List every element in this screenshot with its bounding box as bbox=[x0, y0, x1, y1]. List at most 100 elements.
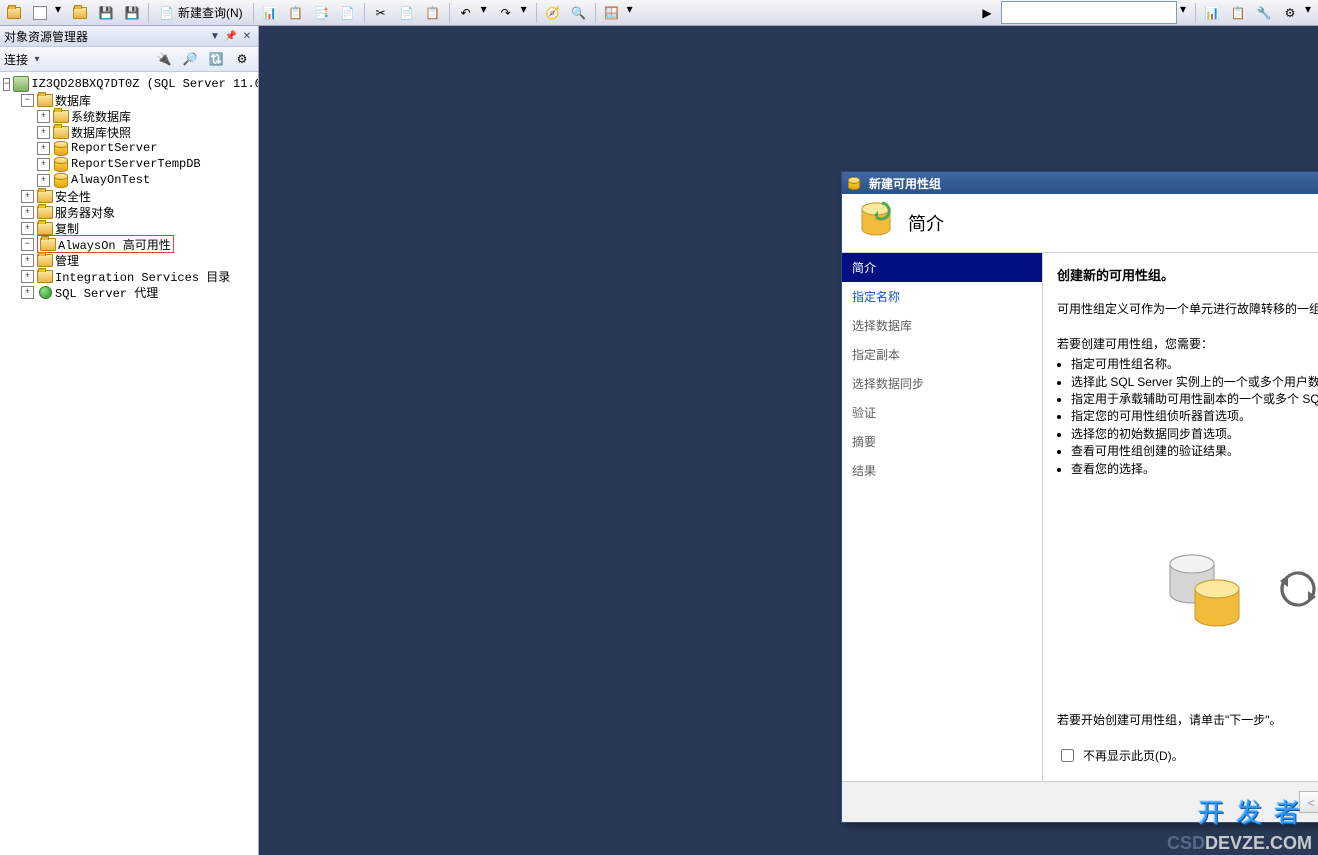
bullet-4: 指定您的可用性组侦听器首选项。 bbox=[1071, 408, 1318, 425]
content-area: 新建可用性组 _ □ ✕ 简介 bbox=[259, 26, 1318, 855]
tb-redo-icon[interactable]: ↷ bbox=[494, 1, 518, 25]
tree-security[interactable]: 安全性 bbox=[55, 188, 91, 205]
dont-show-input[interactable] bbox=[1061, 749, 1074, 762]
pt-icon-4[interactable]: ⚙ bbox=[230, 47, 254, 71]
step-result[interactable]: 结果 bbox=[842, 456, 1042, 485]
tb-icon-a[interactable]: 📊 bbox=[258, 1, 282, 25]
tb-copy-icon[interactable]: 📄 bbox=[395, 1, 419, 25]
tb-cut-icon[interactable]: ✂ bbox=[369, 1, 393, 25]
bullet-2: 选择此 SQL Server 实例上的一个或多个用户数据库。 bbox=[1071, 374, 1318, 391]
bullet-3: 指定用于承载辅助可用性副本的一个或多个 SQL Server 实例。 bbox=[1071, 391, 1318, 408]
folder-icon bbox=[37, 252, 53, 268]
folder-icon bbox=[37, 220, 53, 236]
tb-icon-b[interactable]: 📋 bbox=[284, 1, 308, 25]
tb-paste-icon[interactable]: 📋 bbox=[421, 1, 445, 25]
tree-server-obj[interactable]: 服务器对象 bbox=[55, 204, 115, 221]
new-query-icon: 📄 bbox=[159, 6, 174, 20]
tb-win-icon[interactable]: 🪟 bbox=[600, 1, 624, 25]
folder-icon bbox=[53, 108, 69, 124]
tb-r2-icon[interactable]: 📋 bbox=[1226, 1, 1250, 25]
step-select-db[interactable]: 选择数据库 bbox=[842, 311, 1042, 340]
panel-pin-icon[interactable]: 📌 bbox=[224, 29, 238, 43]
tree-db-snap[interactable]: 数据库快照 bbox=[71, 124, 131, 141]
bullet-1: 指定可用性组名称。 bbox=[1071, 356, 1318, 373]
toolbar-combo[interactable] bbox=[1001, 1, 1177, 24]
pt-icon-2[interactable]: 🔎 bbox=[178, 47, 202, 71]
dont-show-label: 不再显示此页(D)。 bbox=[1083, 747, 1184, 764]
tb-r3-icon[interactable]: 🔧 bbox=[1252, 1, 1276, 25]
object-explorer-panel: 对象资源管理器 ▼ 📌 ✕ 连接 ▾ 🔌 🔎 🔃 ⚙ −IZ3QD28BXQ7D… bbox=[0, 26, 259, 855]
tb-r4-icon[interactable]: ⚙ bbox=[1278, 1, 1302, 25]
connect-dd-icon[interactable]: ▾ bbox=[30, 52, 44, 66]
tb-icon-1[interactable] bbox=[2, 1, 26, 25]
step-validate[interactable]: 验证 bbox=[842, 398, 1042, 427]
db-cluster-icon bbox=[1162, 544, 1252, 634]
tree-agent[interactable]: SQL Server 代理 bbox=[55, 284, 158, 301]
tb-open-icon[interactable] bbox=[68, 1, 92, 25]
tb-nav-icon[interactable]: 🧭 bbox=[541, 1, 565, 25]
tb-undo-icon[interactable]: ↶ bbox=[454, 1, 478, 25]
prev-button: < 上一步(P) bbox=[1299, 791, 1318, 813]
folder-icon bbox=[37, 188, 53, 204]
tree-alwayontest[interactable]: AlwayOnTest bbox=[71, 173, 150, 187]
tree-reportservertemp[interactable]: ReportServerTempDB bbox=[71, 157, 201, 171]
tb-find-icon[interactable]: 🔍 bbox=[567, 1, 591, 25]
tb-r1-icon[interactable]: 📊 bbox=[1200, 1, 1224, 25]
watermark-csdn: CSDDEVZE.COM bbox=[1167, 833, 1312, 854]
tree-alwayson: AlwaysOn 高可用性 bbox=[58, 236, 171, 253]
tree-management[interactable]: 管理 bbox=[55, 252, 79, 269]
tree-server[interactable]: IZ3QD28BXQ7DT0Z (SQL Server 11.0.2 bbox=[31, 77, 258, 91]
new-query-label: 新建查询(N) bbox=[178, 4, 243, 21]
tb-undo-dd[interactable]: ▾ bbox=[480, 1, 492, 25]
tb-icon-2[interactable] bbox=[28, 1, 52, 25]
tb-dropdown-1[interactable]: ▾ bbox=[54, 1, 66, 25]
tree-reportserver[interactable]: ReportServer bbox=[71, 141, 157, 155]
folder-icon bbox=[37, 268, 53, 284]
tree-replication[interactable]: 复制 bbox=[55, 220, 79, 237]
panel-dropdown-icon[interactable]: ▼ bbox=[208, 29, 222, 43]
pane-desc: 可用性组定义可作为一个单元进行故障转移的一组用户数据库。 bbox=[1057, 300, 1318, 319]
bullet-5: 选择您的初始数据同步首选项。 bbox=[1071, 426, 1318, 443]
tb-redo-dd[interactable]: ▾ bbox=[520, 1, 532, 25]
tb-combo-dd[interactable]: ▾ bbox=[1179, 1, 1191, 25]
dont-show-checkbox[interactable]: 不再显示此页(D)。 bbox=[1057, 746, 1318, 765]
tb-icon-d[interactable]: 📄 bbox=[336, 1, 360, 25]
bullet-6: 查看可用性组创建的验证结果。 bbox=[1071, 443, 1318, 460]
tb-saveall-icon[interactable]: 💾 bbox=[120, 1, 144, 25]
tree-alwayson-highlight[interactable]: AlwaysOn 高可用性 bbox=[37, 235, 174, 253]
tb-icon-c[interactable]: 📑 bbox=[310, 1, 334, 25]
object-tree[interactable]: −IZ3QD28BXQ7DT0Z (SQL Server 11.0.2 −数据库… bbox=[0, 72, 258, 855]
step-intro[interactable]: 简介 bbox=[842, 253, 1042, 282]
tb-r-dd[interactable]: ▾ bbox=[1304, 1, 1316, 25]
folder-icon bbox=[37, 204, 53, 220]
database-icon bbox=[53, 140, 69, 156]
new-query-button[interactable]: 📄 新建查询(N) bbox=[153, 2, 249, 24]
dialog-titlebar[interactable]: 新建可用性组 _ □ ✕ bbox=[842, 172, 1318, 194]
dialog-button-bar: < 上一步(P) 下一步(N) > 取消 bbox=[842, 781, 1318, 822]
header-db-icon bbox=[858, 201, 894, 246]
database-icon bbox=[53, 172, 69, 188]
step-sync[interactable]: 选择数据同步 bbox=[842, 369, 1042, 398]
panel-toolbar: 连接 ▾ 🔌 🔎 🔃 ⚙ bbox=[0, 47, 258, 72]
dialog-title: 新建可用性组 bbox=[869, 175, 941, 192]
pt-icon-1[interactable]: 🔌 bbox=[152, 47, 176, 71]
step-replicas[interactable]: 指定副本 bbox=[842, 340, 1042, 369]
panel-title: 对象资源管理器 bbox=[4, 28, 88, 45]
step-name[interactable]: 指定名称 bbox=[842, 282, 1042, 311]
step-summary[interactable]: 摘要 bbox=[842, 427, 1042, 456]
tree-ssis[interactable]: Integration Services 目录 bbox=[55, 268, 230, 285]
new-ag-dialog: 新建可用性组 _ □ ✕ 简介 bbox=[841, 171, 1318, 823]
pane-lead: 若要创建可用性组，您需要： 指定可用性组名称。 选择此 SQL Server 实… bbox=[1057, 335, 1318, 478]
tb-save-icon[interactable]: 💾 bbox=[94, 1, 118, 25]
tb-exec-icon[interactable]: ▶ bbox=[975, 1, 999, 25]
panel-header: 对象资源管理器 ▼ 📌 ✕ bbox=[0, 26, 258, 47]
panel-close-icon[interactable]: ✕ bbox=[240, 29, 254, 43]
pt-icon-3[interactable]: 🔃 bbox=[204, 47, 228, 71]
tree-sys-db[interactable]: 系统数据库 bbox=[71, 108, 131, 125]
dialog-header-text: 简介 bbox=[908, 210, 944, 236]
tree-databases[interactable]: 数据库 bbox=[55, 92, 91, 109]
tb-win-dd[interactable]: ▾ bbox=[626, 1, 638, 25]
wizard-pane: ? 帮助 创建新的可用性组。 可用性组定义可作为一个单元进行故障转移的一组用户数… bbox=[1043, 253, 1318, 781]
bullet-7: 查看您的选择。 bbox=[1071, 461, 1318, 478]
folder-icon bbox=[37, 92, 53, 108]
